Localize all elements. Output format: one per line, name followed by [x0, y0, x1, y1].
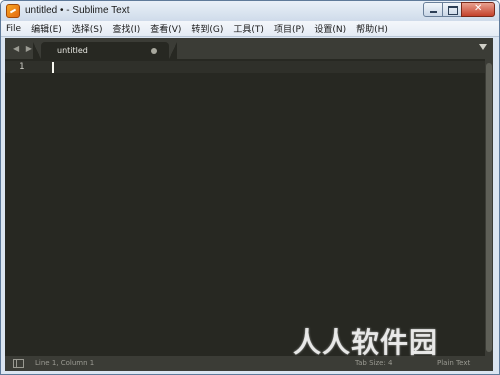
menu-tools[interactable]: 工具(T)	[233, 22, 264, 35]
scrollbar-thumb[interactable]	[486, 63, 492, 352]
app-window: untitled • - Sublime Text File 编辑(E) 选择(…	[0, 0, 500, 375]
editor-area[interactable]: 1	[5, 59, 493, 356]
watermark: 人人软件园	[293, 326, 439, 359]
vertical-scrollbar[interactable]	[485, 59, 493, 356]
menu-help[interactable]: 帮助(H)	[356, 22, 388, 35]
menu-bar: File 编辑(E) 选择(S) 查找(I) 查看(V) 转到(G) 工具(T)…	[1, 21, 499, 37]
title-bar[interactable]: untitled • - Sublime Text	[1, 1, 499, 21]
menu-project[interactable]: 项目(P)	[274, 22, 304, 35]
menu-view[interactable]: 查看(V)	[150, 22, 181, 35]
window-controls	[423, 2, 495, 17]
unsaved-dot-icon[interactable]	[151, 48, 157, 54]
tab-nav-arrows-icon[interactable]: ◀ ▶	[13, 44, 34, 53]
window-title: untitled • - Sublime Text	[25, 5, 130, 16]
syntax-selector[interactable]: Plain Text	[437, 359, 470, 367]
menu-file[interactable]: File	[6, 24, 21, 34]
menu-preferences[interactable]: 设置(N)	[314, 22, 346, 35]
tab-list-dropdown-icon[interactable]	[479, 44, 487, 50]
tab-label: untitled	[57, 46, 88, 55]
panel-toggle-icon[interactable]	[13, 359, 24, 368]
sublime-app-icon[interactable]	[6, 4, 20, 18]
line-number: 1	[19, 62, 25, 72]
menu-goto[interactable]: 转到(G)	[191, 22, 223, 35]
menu-edit[interactable]: 编辑(E)	[31, 22, 62, 35]
current-line-highlight	[5, 61, 485, 73]
text-caret	[52, 62, 54, 73]
cursor-position: Line 1, Column 1	[35, 359, 95, 367]
tab-bar: ◀ ▶ untitled	[5, 38, 493, 59]
menu-find[interactable]: 查找(I)	[113, 22, 141, 35]
close-button[interactable]	[461, 2, 495, 17]
tab-untitled[interactable]: untitled	[33, 42, 177, 59]
minimize-button[interactable]	[423, 2, 443, 17]
maximize-button[interactable]	[442, 2, 462, 17]
menu-selection[interactable]: 选择(S)	[72, 22, 103, 35]
